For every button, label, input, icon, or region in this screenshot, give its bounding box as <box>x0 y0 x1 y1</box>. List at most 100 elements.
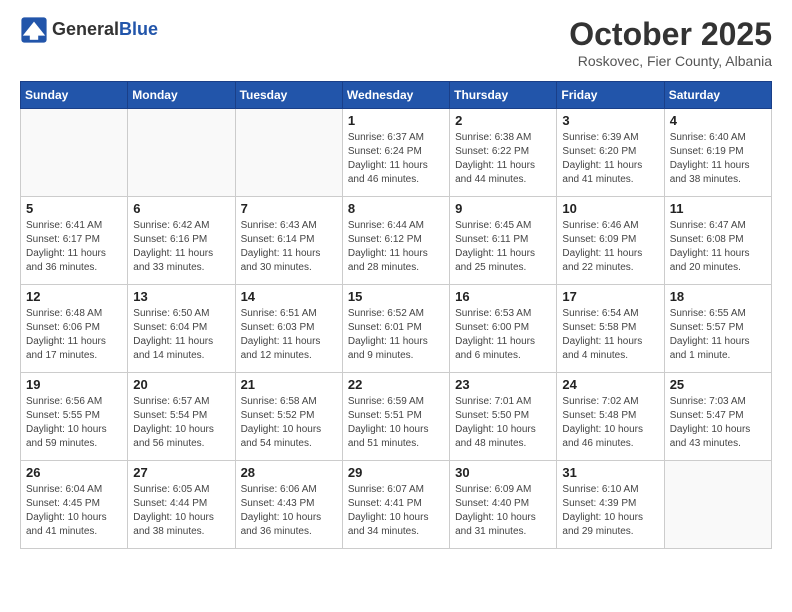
logo-icon <box>20 16 48 44</box>
day-number: 20 <box>133 377 229 392</box>
calendar-cell: 6 Sunrise: 6:42 AMSunset: 6:16 PMDaylight… <box>128 197 235 285</box>
day-info: Sunrise: 6:53 AMSunset: 6:00 PMDaylight:… <box>455 307 551 363</box>
calendar-cell: 10Sunrise: 6:46 AMSunset: 6:09 PMDayligh… <box>557 197 664 285</box>
day-info: Sunrise: 6:58 AMSunset: 5:52 PMDaylight:… <box>241 395 337 451</box>
calendar-cell: 20 Sunrise: 6:57 AMSunset: 5:54 PMDayligh… <box>128 373 235 461</box>
calendar-cell: 24Sunrise: 7:02 AMSunset: 5:48 PMDayligh… <box>557 373 664 461</box>
calendar-cell <box>235 109 342 197</box>
calendar-week-3: 12Sunrise: 6:48 AMSunset: 6:06 PMDayligh… <box>21 285 772 373</box>
weekday-header-row: SundayMondayTuesdayWednesdayThursdayFrid… <box>21 82 772 109</box>
calendar-cell: 11Sunrise: 6:47 AMSunset: 6:08 PMDayligh… <box>664 197 771 285</box>
day-info: Sunrise: 6:51 AMSunset: 6:03 PMDaylight:… <box>241 307 337 363</box>
day-number: 22 <box>348 377 444 392</box>
calendar-cell: 5 Sunrise: 6:41 AMSunset: 6:17 PMDaylight… <box>21 197 128 285</box>
day-info: Sunrise: 6:50 AMSunset: 6:04 PMDaylight:… <box>133 307 229 363</box>
day-info: Sunrise: 6:46 AMSunset: 6:09 PMDaylight:… <box>562 219 658 275</box>
weekday-header-wednesday: Wednesday <box>342 82 449 109</box>
day-info: Sunrise: 6:06 AMSunset: 4:43 PMDaylight:… <box>241 483 337 539</box>
day-number: 24 <box>562 377 658 392</box>
calendar-cell: 9 Sunrise: 6:45 AMSunset: 6:11 PMDaylight… <box>450 197 557 285</box>
title-block: October 2025 Roskovec, Fier County, Alba… <box>569 16 772 69</box>
calendar-cell: 25Sunrise: 7:03 AMSunset: 5:47 PMDayligh… <box>664 373 771 461</box>
day-number: 6 <box>133 201 229 216</box>
day-info: Sunrise: 6:45 AMSunset: 6:11 PMDaylight:… <box>455 219 551 275</box>
day-info: Sunrise: 6:59 AMSunset: 5:51 PMDaylight:… <box>348 395 444 451</box>
weekday-header-saturday: Saturday <box>664 82 771 109</box>
day-info: Sunrise: 7:01 AMSunset: 5:50 PMDaylight:… <box>455 395 551 451</box>
day-info: Sunrise: 6:05 AMSunset: 4:44 PMDaylight:… <box>133 483 229 539</box>
day-number: 27 <box>133 465 229 480</box>
calendar-cell: 18 Sunrise: 6:55 AMSunset: 5:57 PMDayligh… <box>664 285 771 373</box>
day-number: 17 <box>562 289 658 304</box>
day-info: Sunrise: 6:10 AMSunset: 4:39 PMDaylight:… <box>562 483 658 539</box>
day-number: 3 <box>562 113 658 128</box>
day-number: 23 <box>455 377 551 392</box>
calendar-cell: 16 Sunrise: 6:53 AMSunset: 6:00 PMDayligh… <box>450 285 557 373</box>
day-number: 1 <box>348 113 444 128</box>
day-info: Sunrise: 6:56 AMSunset: 5:55 PMDaylight:… <box>26 395 122 451</box>
day-number: 31 <box>562 465 658 480</box>
day-number: 14 <box>241 289 337 304</box>
day-info: Sunrise: 6:48 AMSunset: 6:06 PMDaylight:… <box>26 307 122 363</box>
day-number: 21 <box>241 377 337 392</box>
day-number: 25 <box>670 377 766 392</box>
calendar-cell: 13Sunrise: 6:50 AMSunset: 6:04 PMDayligh… <box>128 285 235 373</box>
calendar-cell: 21 Sunrise: 6:58 AMSunset: 5:52 PMDayligh… <box>235 373 342 461</box>
day-info: Sunrise: 6:42 AMSunset: 6:16 PMDaylight:… <box>133 219 229 275</box>
day-info: Sunrise: 6:44 AMSunset: 6:12 PMDaylight:… <box>348 219 444 275</box>
calendar-cell <box>664 461 771 549</box>
day-number: 26 <box>26 465 122 480</box>
calendar-cell: 4 Sunrise: 6:40 AMSunset: 6:19 PMDaylight… <box>664 109 771 197</box>
day-number: 7 <box>241 201 337 216</box>
month-title: October 2025 <box>569 16 772 53</box>
header: GeneralBlue October 2025 Roskovec, Fier … <box>20 16 772 69</box>
day-info: Sunrise: 6:39 AMSunset: 6:20 PMDaylight:… <box>562 131 658 187</box>
calendar-week-5: 26Sunrise: 6:04 AMSunset: 4:45 PMDayligh… <box>21 461 772 549</box>
day-info: Sunrise: 6:57 AMSunset: 5:54 PMDaylight:… <box>133 395 229 451</box>
calendar-cell: 27 Sunrise: 6:05 AMSunset: 4:44 PMDayligh… <box>128 461 235 549</box>
day-number: 29 <box>348 465 444 480</box>
weekday-header-tuesday: Tuesday <box>235 82 342 109</box>
day-number: 8 <box>348 201 444 216</box>
calendar-table: SundayMondayTuesdayWednesdayThursdayFrid… <box>20 81 772 549</box>
calendar-cell: 17 Sunrise: 6:54 AMSunset: 5:58 PMDayligh… <box>557 285 664 373</box>
day-info: Sunrise: 6:40 AMSunset: 6:19 PMDaylight:… <box>670 131 766 187</box>
calendar-week-4: 19 Sunrise: 6:56 AMSunset: 5:55 PMDayligh… <box>21 373 772 461</box>
calendar-cell: 14 Sunrise: 6:51 AMSunset: 6:03 PMDayligh… <box>235 285 342 373</box>
calendar-cell: 7 Sunrise: 6:43 AMSunset: 6:14 PMDaylight… <box>235 197 342 285</box>
day-number: 5 <box>26 201 122 216</box>
calendar-cell: 28Sunrise: 6:06 AMSunset: 4:43 PMDayligh… <box>235 461 342 549</box>
day-info: Sunrise: 6:38 AMSunset: 6:22 PMDaylight:… <box>455 131 551 187</box>
calendar-cell: 19 Sunrise: 6:56 AMSunset: 5:55 PMDayligh… <box>21 373 128 461</box>
calendar-cell: 3 Sunrise: 6:39 AMSunset: 6:20 PMDaylight… <box>557 109 664 197</box>
logo-blue: Blue <box>119 19 158 39</box>
day-info: Sunrise: 6:52 AMSunset: 6:01 PMDaylight:… <box>348 307 444 363</box>
day-number: 9 <box>455 201 551 216</box>
calendar-cell: 31 Sunrise: 6:10 AMSunset: 4:39 PMDayligh… <box>557 461 664 549</box>
calendar-cell: 8 Sunrise: 6:44 AMSunset: 6:12 PMDaylight… <box>342 197 449 285</box>
day-info: Sunrise: 6:07 AMSunset: 4:41 PMDaylight:… <box>348 483 444 539</box>
weekday-header-monday: Monday <box>128 82 235 109</box>
day-info: Sunrise: 6:41 AMSunset: 6:17 PMDaylight:… <box>26 219 122 275</box>
weekday-header-sunday: Sunday <box>21 82 128 109</box>
day-info: Sunrise: 6:43 AMSunset: 6:14 PMDaylight:… <box>241 219 337 275</box>
logo: GeneralBlue <box>20 16 158 44</box>
day-info: Sunrise: 6:54 AMSunset: 5:58 PMDaylight:… <box>562 307 658 363</box>
calendar-cell: 15Sunrise: 6:52 AMSunset: 6:01 PMDayligh… <box>342 285 449 373</box>
calendar-cell: 23 Sunrise: 7:01 AMSunset: 5:50 PMDayligh… <box>450 373 557 461</box>
location: Roskovec, Fier County, Albania <box>569 53 772 69</box>
day-info: Sunrise: 6:37 AMSunset: 6:24 PMDaylight:… <box>348 131 444 187</box>
day-number: 18 <box>670 289 766 304</box>
calendar-cell: 1 Sunrise: 6:37 AMSunset: 6:24 PMDaylight… <box>342 109 449 197</box>
day-number: 16 <box>455 289 551 304</box>
day-info: Sunrise: 6:47 AMSunset: 6:08 PMDaylight:… <box>670 219 766 275</box>
day-info: Sunrise: 6:09 AMSunset: 4:40 PMDaylight:… <box>455 483 551 539</box>
calendar-cell: 12Sunrise: 6:48 AMSunset: 6:06 PMDayligh… <box>21 285 128 373</box>
day-number: 4 <box>670 113 766 128</box>
calendar-week-1: 1 Sunrise: 6:37 AMSunset: 6:24 PMDaylight… <box>21 109 772 197</box>
weekday-header-friday: Friday <box>557 82 664 109</box>
calendar-cell: 26Sunrise: 6:04 AMSunset: 4:45 PMDayligh… <box>21 461 128 549</box>
day-info: Sunrise: 6:55 AMSunset: 5:57 PMDaylight:… <box>670 307 766 363</box>
day-number: 19 <box>26 377 122 392</box>
weekday-header-thursday: Thursday <box>450 82 557 109</box>
